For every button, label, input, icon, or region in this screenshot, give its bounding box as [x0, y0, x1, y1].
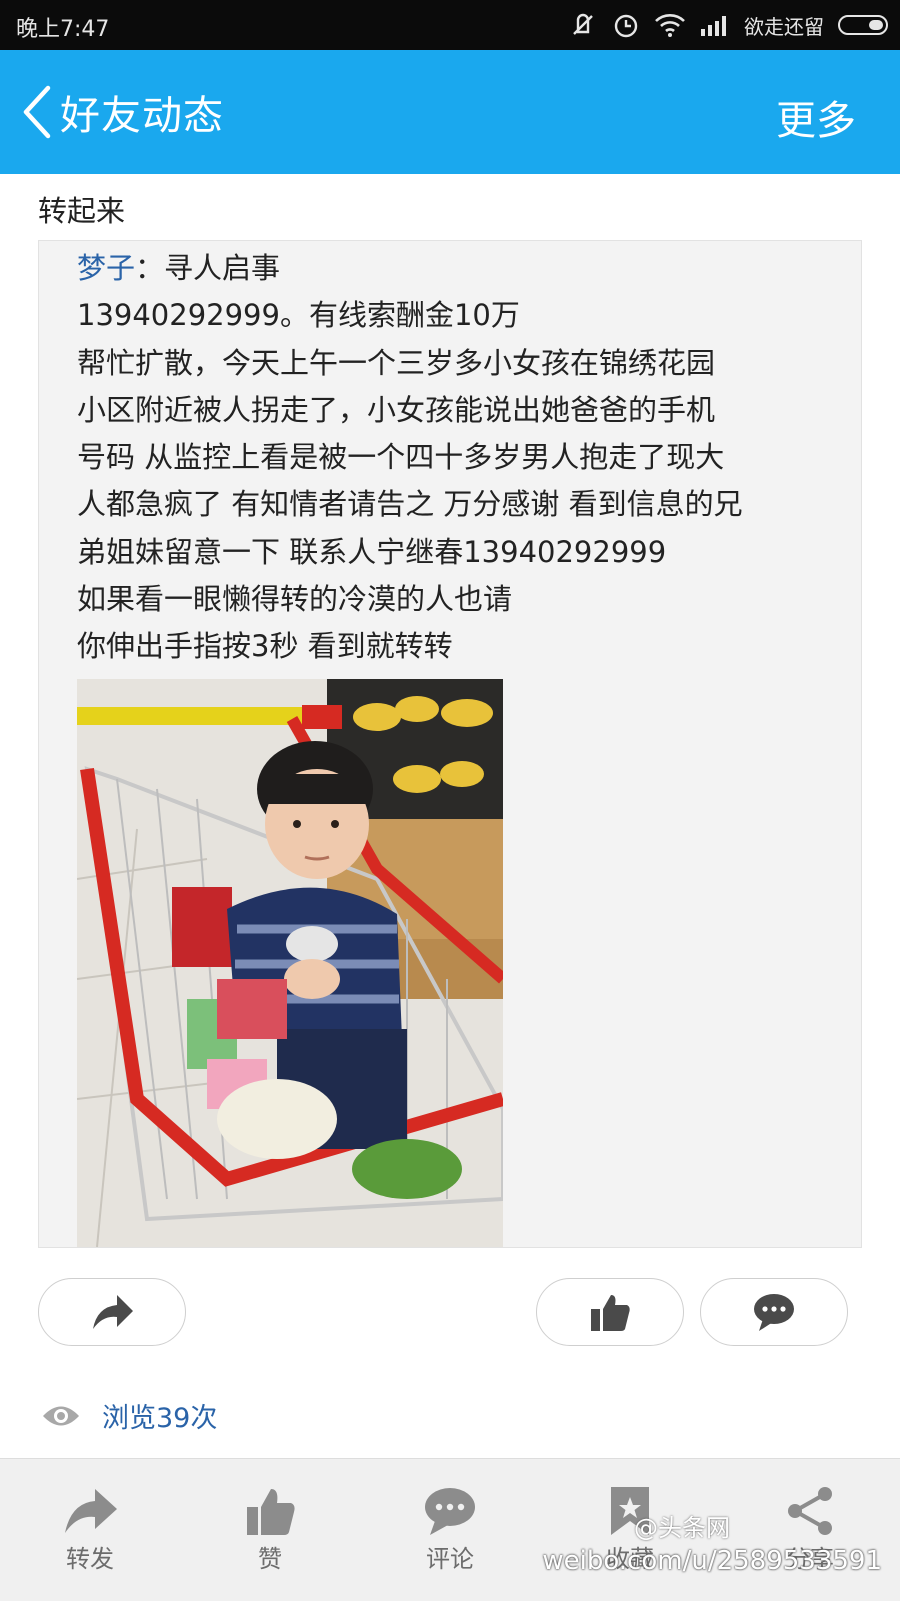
forward-icon [65, 1489, 117, 1533]
forward-icon [93, 1295, 133, 1329]
toolbar-like-label: 赞 [258, 1545, 282, 1573]
toolbar-forward-label: 转发 [66, 1545, 114, 1573]
watermark-url: weibo.com/u/2589533591 [542, 1546, 882, 1576]
watermark-logo: @头条网 [634, 1514, 730, 1542]
mute-icon [573, 13, 593, 35]
signal-icon [701, 16, 726, 36]
post-line: 人都急疯了 有知情者请告之 万分感谢 看到信息的兄 [77, 487, 743, 522]
page-title: 好友动态 [60, 93, 224, 139]
more-button[interactable]: 更多 [776, 88, 856, 146]
battery-icon [838, 15, 888, 35]
comment-icon [754, 1294, 794, 1331]
status-icons: 欲走还留 [568, 8, 888, 42]
carrier-name: 欲走还留 [744, 14, 824, 39]
comment-icon [425, 1488, 475, 1535]
toolbar-forward[interactable]: 转发 [30, 1485, 150, 1574]
alarm-icon [614, 14, 638, 38]
status-time: 晚上7:47 [16, 17, 110, 42]
toolbar-like[interactable]: 赞 [210, 1485, 330, 1574]
post-line: 小区附近被人拐走了，小女孩能说出她爸爸的手机 [77, 392, 716, 427]
post-line: 帮忙扩散，今天上午一个三岁多小女孩在锦绣花园 [77, 345, 716, 380]
thumbs-up-icon [247, 1489, 295, 1535]
post-line: 号码 从监控上看是被一个四十多岁男人抱走了现大 [77, 440, 725, 475]
post-line: 如果看一眼懒得转的冷漠的人也请 [77, 582, 513, 617]
back-button[interactable]: 好友动态 [20, 80, 224, 144]
view-count: 浏览39次 [42, 1396, 217, 1435]
forwarded-post-body: 梦子：寻人启事 13940292999。有线索酬金10万 帮忙扩散，今天上午一个… [77, 245, 837, 671]
post-line: 弟姐妹留意一下 联系人宁继春13940292999 [77, 534, 667, 569]
chevron-left-icon [23, 85, 51, 139]
toolbar-comment[interactable]: 评论 [390, 1485, 510, 1574]
post-text: 转起来 [38, 194, 126, 228]
thumbs-up-icon [591, 1295, 630, 1331]
view-count-text: 浏览39次 [102, 1403, 218, 1434]
like-button[interactable] [536, 1278, 684, 1346]
comment-button[interactable] [700, 1278, 848, 1346]
post-line: 13940292999。有线索酬金10万 [77, 298, 520, 333]
share-icon [788, 1487, 832, 1535]
post-line: 你伸出手指按3秒 看到就转转 [77, 629, 453, 664]
forwarded-post[interactable]: 梦子：寻人启事 13940292999。有线索酬金10万 帮忙扩散，今天上午一个… [38, 240, 862, 1248]
eye-icon [43, 1406, 79, 1425]
bottom-toolbar: 转发 赞 评论 收藏 分享 [0, 1458, 900, 1601]
author-link[interactable]: 梦子 [77, 251, 135, 285]
forward-button[interactable] [38, 1278, 186, 1346]
toolbar-comment-label: 评论 [426, 1545, 474, 1573]
wifi-icon [655, 14, 685, 37]
forwarded-post-title: 梦子：寻人启事 [77, 245, 837, 292]
child-in-cart-photo [77, 679, 503, 1247]
status-bar: 晚上7:47 欲走还留 [0, 0, 900, 50]
title-bar: 好友动态 更多 [0, 50, 900, 174]
post-title-text: ：寻人启事 [135, 251, 281, 285]
post-photo[interactable] [77, 679, 503, 1247]
